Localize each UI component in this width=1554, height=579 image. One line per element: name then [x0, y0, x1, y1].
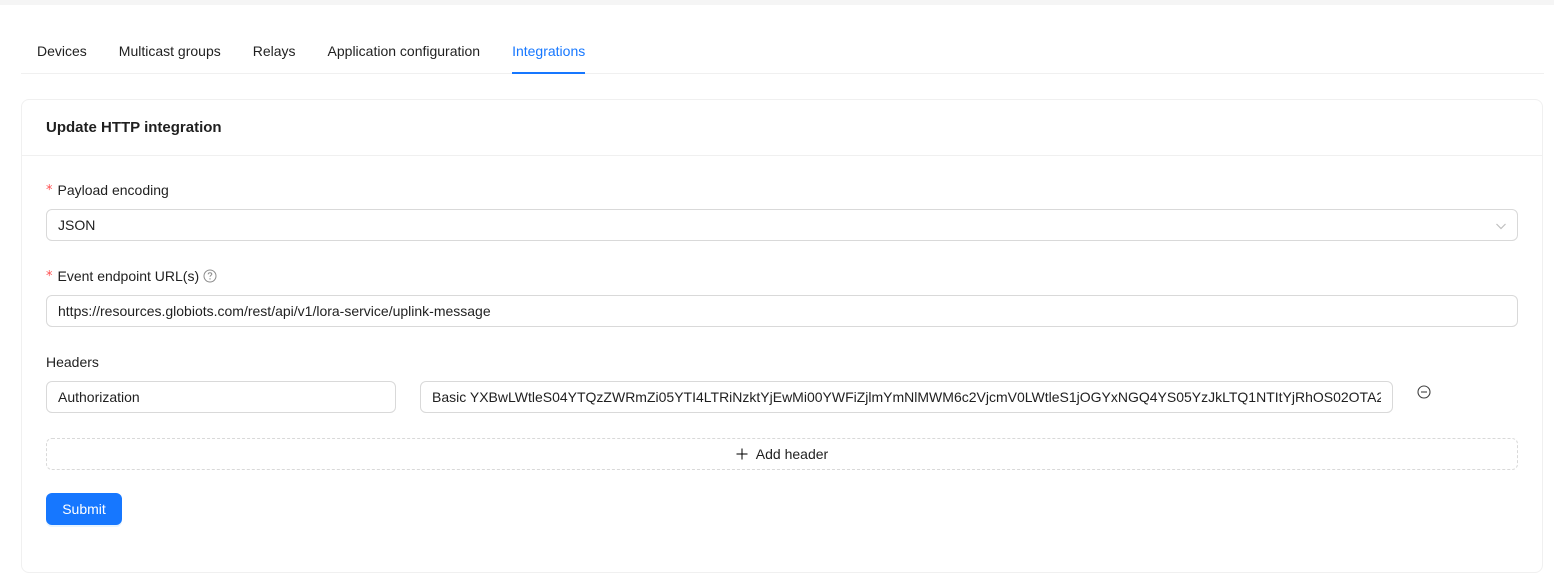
add-header-button[interactable]: Add header	[46, 438, 1518, 470]
header-value-value: Basic YXBwLWtleS04YTQzZWRmZi05YTI4LTRiNz…	[432, 389, 1381, 405]
payload-encoding-select[interactable]: JSON	[46, 209, 1518, 241]
add-header-label: Add header	[755, 446, 829, 462]
card-title: Update HTTP integration	[22, 100, 1542, 156]
event-endpoint-label: * Event endpoint URL(s)	[46, 268, 217, 284]
required-mark: *	[46, 268, 53, 284]
tab-bar: Devices Multicast groups Relays Applicat…	[21, 28, 1544, 74]
question-circle-icon[interactable]	[203, 269, 217, 283]
payload-encoding-value: JSON	[58, 217, 96, 233]
required-mark: *	[46, 182, 53, 198]
header-key-value: Authorization	[58, 389, 140, 405]
event-endpoint-value: https://resources.globiots.com/rest/api/…	[58, 303, 491, 319]
chevron-down-icon	[1495, 219, 1507, 235]
header-value-input[interactable]: Basic YXBwLWtleS04YTQzZWRmZi05YTI4LTRiNz…	[420, 381, 1393, 413]
tab-application-configuration[interactable]: Application configuration	[312, 28, 497, 73]
tab-integrations[interactable]: Integrations	[496, 28, 601, 74]
tab-relays[interactable]: Relays	[237, 28, 312, 73]
event-endpoint-label-text: Event endpoint URL(s)	[57, 268, 200, 284]
tab-devices[interactable]: Devices	[21, 28, 103, 73]
header-key-input[interactable]: Authorization	[46, 381, 396, 413]
integration-card: Update HTTP integration * Payload encodi…	[21, 99, 1543, 573]
event-endpoint-input[interactable]: https://resources.globiots.com/rest/api/…	[46, 295, 1518, 327]
payload-encoding-label-text: Payload encoding	[57, 182, 169, 198]
submit-button[interactable]: Submit	[46, 493, 122, 525]
payload-encoding-label: * Payload encoding	[46, 182, 169, 198]
plus-icon	[736, 448, 748, 460]
headers-label: Headers	[46, 354, 99, 370]
headers-label-text: Headers	[46, 354, 99, 370]
tab-multicast-groups[interactable]: Multicast groups	[103, 28, 237, 73]
top-strip	[0, 0, 1554, 5]
minus-circle-icon[interactable]	[1417, 385, 1431, 402]
